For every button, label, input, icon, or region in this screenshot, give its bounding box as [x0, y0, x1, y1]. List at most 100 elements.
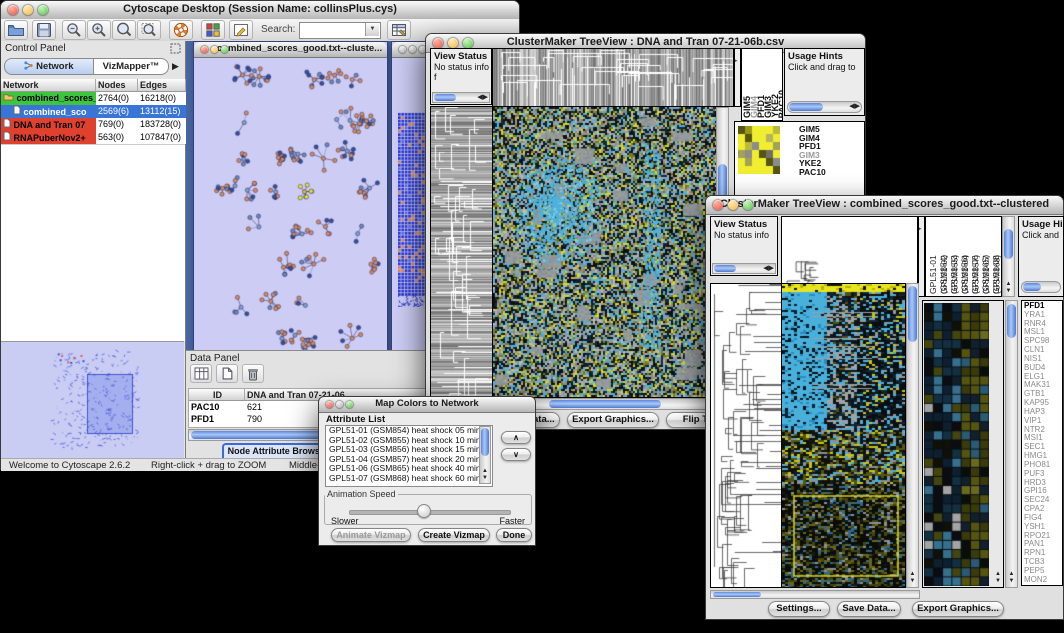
speed-slider-thumb[interactable]: [417, 504, 431, 518]
gene-label[interactable]: CLN1: [1024, 346, 1062, 354]
gene-label[interactable]: GTB1: [1024, 390, 1062, 398]
save-data-button[interactable]: Save Data...: [837, 601, 901, 617]
treeview2-vscrollbar[interactable]: ▲ ▼: [906, 283, 919, 588]
scroll-down-icon[interactable]: ▼: [480, 475, 490, 481]
scroll-arrows[interactable]: ◀▶: [763, 264, 774, 274]
scroll-arrows[interactable]: ◀▶: [849, 102, 860, 112]
column-label[interactable]: PAC10: [779, 90, 783, 118]
network-canvas[interactable]: [194, 57, 385, 354]
close-button[interactable]: [713, 200, 723, 210]
zoom-fit-button[interactable]: [137, 20, 161, 40]
gene-label[interactable]: PUF3: [1024, 470, 1062, 478]
close-button[interactable]: [201, 46, 208, 53]
column-label[interactable]: GPL51-01 (GSM854): [928, 219, 939, 294]
gene-label[interactable]: SPC98: [1024, 337, 1062, 345]
dialog-titlebar[interactable]: Map Colors to Network: [319, 397, 535, 413]
attribute-list-item[interactable]: GPL51-07 (GSM868) heat shock 60 min: [326, 474, 492, 484]
scroll-up-icon[interactable]: ▲: [1006, 571, 1017, 577]
new-attribute-button[interactable]: [216, 364, 238, 383]
gene-label[interactable]: HMG1: [1024, 452, 1062, 460]
col-id[interactable]: ID: [189, 389, 245, 401]
column-label[interactable]: GPL51-06 (GSM865): [970, 219, 981, 294]
scroll-up-icon[interactable]: ▲: [995, 571, 1001, 577]
gene-label[interactable]: KAP95: [1024, 399, 1062, 407]
minimize-button[interactable]: [23, 5, 33, 15]
export-graphics-button[interactable]: Export Graphics...: [912, 601, 1004, 617]
network-row[interactable]: combined_scores_ 2764(0) 16218(0): [1, 92, 186, 105]
vizmapper-button[interactable]: [201, 20, 225, 40]
treeview2-splitter[interactable]: ▸: [918, 216, 925, 297]
zoom-out-button[interactable]: [62, 20, 86, 40]
close-button[interactable]: [326, 401, 333, 408]
zoom-in-button[interactable]: [87, 20, 111, 40]
tab-vizmapper[interactable]: VizMapper™: [93, 58, 169, 75]
row-label[interactable]: PAC10: [799, 168, 826, 177]
minimize-button[interactable]: [448, 38, 458, 48]
col-edges[interactable]: Edges: [138, 79, 186, 92]
scroll-up-icon[interactable]: ▲: [907, 571, 918, 577]
view-status-scrollbar[interactable]: ◀▶: [432, 92, 490, 103]
treeview1-column-dendrogram[interactable]: [492, 48, 734, 107]
attribute-listbox[interactable]: GPL51-01 (GSM854) heat shock 05 minGPL51…: [325, 425, 493, 487]
zoom-window-button[interactable]: [743, 200, 753, 210]
gene-label[interactable]: SEC24: [1024, 496, 1062, 504]
network-row[interactable]: RNAPuberNov2+ 563(0) 107847(0): [1, 131, 186, 144]
treeview2-titlebar[interactable]: ClusterMaker TreeView : combined_scores_…: [706, 196, 1063, 215]
zoom-selected-button[interactable]: [112, 20, 136, 40]
close-button[interactable]: [8, 5, 18, 15]
treeview1-row-dendrogram[interactable]: [430, 106, 494, 398]
scroll-up-icon[interactable]: ▲: [1003, 281, 1014, 287]
gene-label[interactable]: CPA2: [1024, 505, 1062, 513]
treeview2-hscrollbar[interactable]: [710, 590, 920, 599]
save-session-button[interactable]: [32, 20, 56, 40]
minimize-button[interactable]: [336, 401, 343, 408]
gene-label[interactable]: RNR4: [1024, 320, 1062, 328]
gene-label[interactable]: ELG1: [1024, 373, 1062, 381]
network-overview[interactable]: [1, 341, 184, 458]
gene-label[interactable]: YSH1: [1024, 523, 1062, 531]
gene-label[interactable]: NIS1: [1024, 355, 1062, 363]
gene-label[interactable]: BUD4: [1024, 364, 1062, 372]
column-label[interactable]: GPL51-07 (GSM868): [981, 219, 992, 294]
row-id[interactable]: PFD1: [189, 413, 245, 425]
search-input[interactable]: ▼: [299, 22, 381, 39]
treeview2-row-dendrogram[interactable]: [710, 283, 783, 588]
gene-label[interactable]: HRD3: [1024, 479, 1062, 487]
scroll-up-icon[interactable]: ▲: [480, 468, 490, 474]
usage-hints-scrollbar[interactable]: ◀▶: [787, 101, 862, 113]
open-session-button[interactable]: [4, 20, 28, 40]
view-status-scrollbar[interactable]: ◀▶: [712, 263, 776, 274]
gene-label[interactable]: HAP3: [1024, 408, 1062, 416]
scroll-down-icon[interactable]: ▼: [995, 578, 1001, 584]
gene-label[interactable]: NTR2: [1024, 426, 1062, 434]
settings-button[interactable]: Settings...: [768, 601, 830, 617]
network-row-selected[interactable]: combined_sco 2569(6) 13112(15): [1, 105, 186, 118]
minimize-button[interactable]: [728, 200, 738, 210]
attribute-browser-button[interactable]: [387, 20, 411, 40]
col-nodes[interactable]: Nodes: [96, 79, 138, 92]
close-button[interactable]: [433, 38, 443, 48]
gene-label[interactable]: RPO21: [1024, 532, 1062, 540]
main-titlebar[interactable]: Cytoscape Desktop (Session Name: collins…: [1, 1, 519, 20]
column-label[interactable]: GPL51-03 (GSM856): [949, 219, 960, 294]
tab-overflow-icon[interactable]: ▶: [172, 61, 179, 72]
network-row[interactable]: DNA and Tran 07 769(0) 183728(0): [1, 118, 186, 131]
gene-label[interactable]: PFD1: [1024, 302, 1062, 310]
row-id[interactable]: PAC10: [189, 401, 245, 413]
export-graphics-button[interactable]: Export Graphics...: [567, 412, 659, 428]
treeview1-mini-heatmap[interactable]: [738, 126, 780, 174]
scroll-down-icon[interactable]: ▼: [1006, 578, 1017, 584]
close-button[interactable]: [399, 46, 406, 53]
gene-label[interactable]: MON2: [1024, 576, 1062, 584]
gene-label[interactable]: MSL1: [1024, 328, 1062, 336]
zoom-window-button[interactable]: [221, 46, 228, 53]
gene-label[interactable]: PAN1: [1024, 540, 1062, 548]
zoom-window-button[interactable]: [38, 5, 48, 15]
gene-label[interactable]: PHO81: [1024, 461, 1062, 469]
gene-label[interactable]: TCB3: [1024, 558, 1062, 566]
treeview1-splitter[interactable]: ▸: [734, 48, 741, 107]
network-canvas-2[interactable]: [398, 112, 428, 307]
search-dropdown-icon[interactable]: ▼: [365, 23, 379, 36]
treeview2-heatmap[interactable]: [781, 283, 906, 588]
gene-label[interactable]: RPN1: [1024, 549, 1062, 557]
